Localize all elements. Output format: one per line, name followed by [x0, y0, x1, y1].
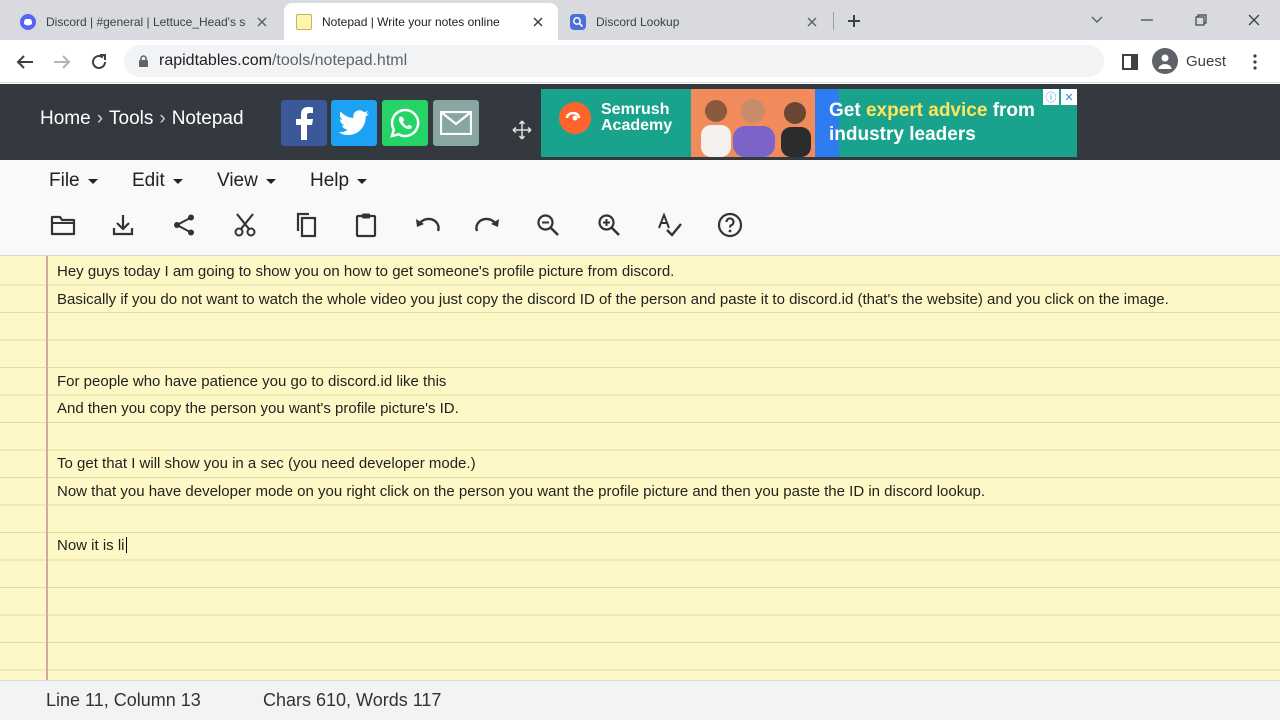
close-tab-icon[interactable] — [254, 14, 270, 30]
note-line: Basically if you do not want to watch th… — [57, 291, 1169, 308]
tab-title: Discord | #general | Lettuce_Head's serv — [46, 14, 246, 29]
whatsapp-share-icon[interactable] — [382, 100, 428, 146]
caret-down-icon — [172, 178, 183, 184]
site-header: Home › Tools › Notepad Semrush Academy G… — [0, 84, 1280, 160]
breadcrumb-separator: › — [96, 108, 104, 129]
reload-icon[interactable] — [86, 49, 112, 75]
menu-edit-label: Edit — [132, 170, 165, 191]
ad-headline-part2: from — [987, 100, 1035, 121]
menu-file[interactable]: File — [49, 170, 98, 192]
avatar-icon — [1152, 48, 1178, 74]
spellcheck-icon[interactable] — [655, 210, 685, 240]
note-line-current: Now it is li — [57, 537, 127, 554]
menu-view-label: View — [217, 170, 258, 191]
discord-icon — [20, 13, 36, 30]
caret-down-icon — [87, 178, 98, 184]
notepad-textarea[interactable]: Hey guys today I am going to show you on… — [0, 256, 1280, 680]
search-icon — [570, 13, 586, 30]
cut-icon[interactable] — [230, 210, 260, 240]
note-line: For people who have patience you go to d… — [57, 373, 447, 390]
breadcrumb-current: Notepad — [171, 108, 244, 129]
ad-brand: Semrush Academy — [559, 102, 672, 134]
note-line: Now that you have developer mode on you … — [57, 483, 986, 500]
restore-icon[interactable] — [1188, 8, 1214, 32]
menu-view[interactable]: View — [217, 170, 276, 192]
caret-down-icon — [265, 178, 276, 184]
tab-title: Notepad | Write your notes online — [322, 14, 500, 29]
editor-menu-toolbar: File Edit View Help — [0, 160, 1280, 256]
ad-headline-part1: Get — [829, 100, 866, 121]
cursor-position: Line 11, Column 13 — [46, 690, 201, 710]
share-icon[interactable] — [169, 210, 199, 240]
move-cursor-icon — [510, 118, 534, 142]
note-line: And then you copy the person you want's … — [57, 400, 459, 417]
undo-icon[interactable] — [412, 210, 442, 240]
caret-down-icon — [357, 178, 368, 184]
text-cursor — [125, 537, 127, 553]
browser-tab-strip: Discord | #general | Lettuce_Head's serv… — [0, 0, 1280, 40]
url-host: rapidtables.com — [159, 52, 272, 69]
tab-discord-lookup[interactable]: Discord Lookup — [558, 3, 832, 40]
breadcrumb-separator: › — [159, 108, 166, 129]
help-icon[interactable] — [715, 210, 745, 240]
email-share-icon[interactable] — [433, 100, 479, 146]
semrush-logo-icon — [559, 102, 591, 134]
back-icon[interactable] — [12, 49, 38, 75]
ad-brand-line1: Semrush — [601, 101, 670, 118]
tab-search-icon[interactable] — [1084, 8, 1110, 32]
tab-divider — [833, 12, 834, 30]
ad-brand-line2: Academy — [601, 117, 673, 134]
close-tab-icon[interactable] — [530, 14, 546, 30]
download-icon[interactable] — [108, 210, 138, 240]
close-window-icon[interactable] — [1241, 8, 1267, 32]
more-menu-icon[interactable] — [1242, 49, 1268, 75]
url-input[interactable]: rapidtables.com/tools/notepad.html — [124, 45, 1104, 77]
menu-help[interactable]: Help — [310, 170, 368, 192]
ad-people-photo — [691, 89, 839, 157]
menu-help-label: Help — [310, 170, 350, 191]
ad-info-icon[interactable]: ⓘ — [1043, 89, 1059, 105]
url-path: /tools/notepad.html — [271, 52, 408, 69]
minimize-icon[interactable] — [1134, 8, 1160, 32]
ad-headline: Get expert advice from industry leaders — [829, 99, 1035, 147]
forward-icon[interactable] — [49, 49, 75, 75]
tab-discord[interactable]: Discord | #general | Lettuce_Head's serv — [8, 3, 282, 40]
twitter-share-icon[interactable] — [331, 100, 377, 146]
profile-label: Guest — [1186, 52, 1227, 70]
menu-file-label: File — [49, 170, 80, 191]
note-line-current-text: Now it is li — [57, 537, 125, 554]
breadcrumb-home[interactable]: Home — [40, 108, 91, 130]
breadcrumb-tools[interactable]: Tools — [109, 108, 153, 130]
close-tab-icon[interactable] — [804, 14, 820, 30]
ad-brand-text: Semrush Academy — [601, 102, 672, 134]
char-word-count: Chars 610, Words 117 — [263, 690, 442, 710]
redo-icon[interactable] — [473, 210, 503, 240]
breadcrumb: Home › Tools › Notepad — [40, 108, 244, 130]
paste-icon[interactable] — [351, 210, 381, 240]
open-folder-icon[interactable] — [48, 210, 78, 240]
zoom-in-icon[interactable] — [594, 210, 624, 240]
facebook-share-icon[interactable] — [281, 100, 327, 146]
ad-close-icon[interactable]: ✕ — [1061, 89, 1077, 105]
menu-edit[interactable]: Edit — [132, 170, 183, 192]
note-line: Hey guys today I am going to show you on… — [57, 263, 675, 280]
tab-notepad[interactable]: Notepad | Write your notes online — [284, 3, 558, 40]
new-tab-icon[interactable] — [843, 10, 865, 32]
ad-banner[interactable]: Semrush Academy Get expert advice from i… — [541, 89, 1077, 157]
notepad-icon — [296, 13, 312, 30]
tab-title: Discord Lookup — [596, 14, 680, 29]
paper-margin-line — [46, 256, 48, 680]
side-panel-icon[interactable] — [1117, 49, 1143, 75]
status-bar: Line 11, Column 13 Chars 610, Words 117 — [0, 680, 1280, 720]
lock-icon — [138, 54, 149, 68]
ad-controls: ⓘ ✕ — [1043, 89, 1077, 105]
zoom-out-icon[interactable] — [533, 210, 563, 240]
profile-button[interactable]: Guest — [1152, 46, 1234, 76]
copy-icon[interactable] — [291, 210, 321, 240]
ad-headline-line2: industry leaders — [829, 124, 976, 145]
address-bar-row: rapidtables.com/tools/notepad.html Guest — [0, 40, 1280, 83]
ad-headline-highlight: expert advice — [865, 100, 988, 121]
note-line: To get that I will show you in a sec (yo… — [57, 455, 476, 472]
